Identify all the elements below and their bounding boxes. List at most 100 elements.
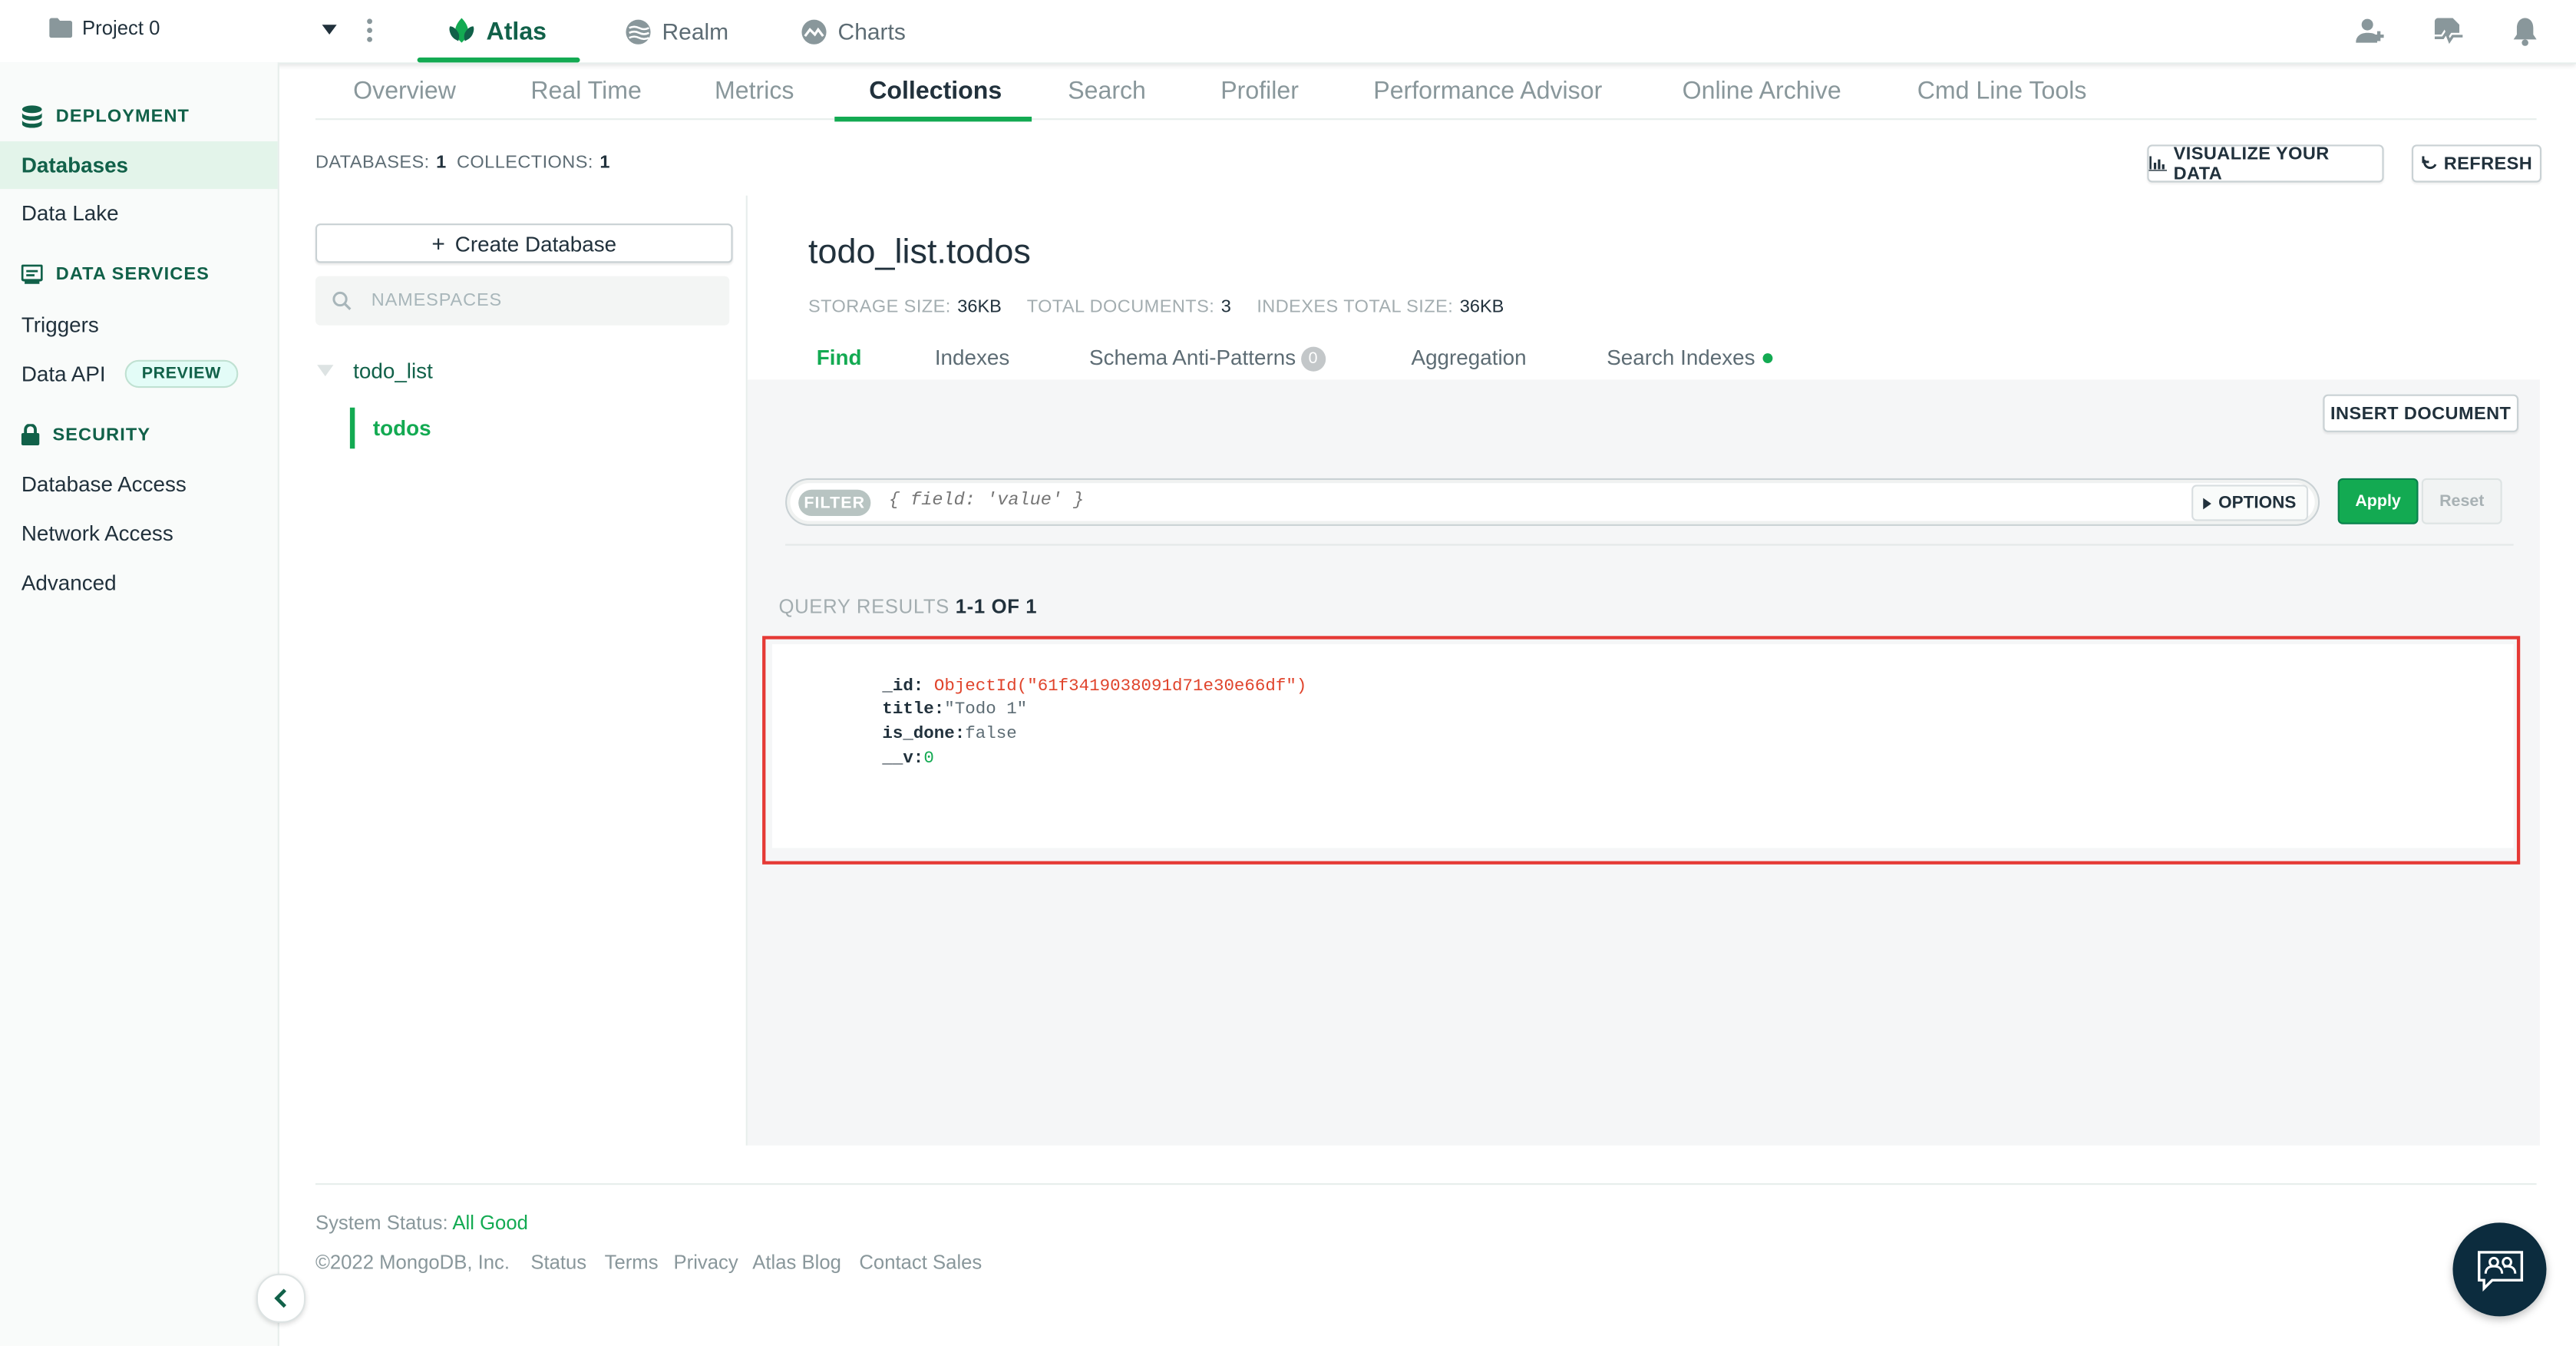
product-tab-atlas[interactable]: Atlas bbox=[417, 0, 579, 63]
footer-link-status[interactable]: Status bbox=[530, 1251, 586, 1274]
refresh-icon bbox=[2421, 155, 2437, 171]
tab-real-time[interactable]: Real Time bbox=[530, 78, 642, 121]
tab-profiler[interactable]: Profiler bbox=[1220, 78, 1299, 121]
sidebar-item-network-access[interactable]: Network Access bbox=[0, 509, 278, 557]
lock-icon bbox=[21, 424, 40, 446]
filter-label-pill: FILTER bbox=[798, 489, 871, 517]
collections-count: COLLECTIONS: 1 bbox=[457, 153, 610, 173]
atlas-leaf-icon bbox=[447, 16, 477, 46]
folder-icon bbox=[49, 18, 73, 38]
search-indexes-label: Search Indexes bbox=[1607, 345, 1755, 370]
atlas-label: Atlas bbox=[486, 17, 547, 45]
product-tab-charts[interactable]: Charts bbox=[800, 0, 906, 62]
system-status: System Status: All Good bbox=[315, 1211, 528, 1234]
highlight-annotation-box bbox=[762, 636, 2521, 865]
preview-badge: PREVIEW bbox=[125, 359, 238, 389]
search-icon bbox=[332, 291, 352, 311]
active-tab-indicator bbox=[834, 116, 1032, 122]
query-results-summary: QUERY RESULTS 1-1 OF 1 bbox=[779, 595, 1038, 618]
insert-document-label: INSERT DOCUMENT bbox=[2330, 403, 2512, 424]
deployment-section-header: DEPLOYMENT bbox=[21, 105, 190, 128]
chat-support-button[interactable] bbox=[2452, 1222, 2547, 1317]
project-name: Project 0 bbox=[82, 16, 160, 40]
sidebar-item-advanced[interactable]: Advanced bbox=[0, 559, 278, 607]
tab-metrics[interactable]: Metrics bbox=[715, 78, 794, 121]
chevron-left-icon bbox=[274, 1288, 287, 1308]
sidebar-item-database-access[interactable]: Database Access bbox=[0, 460, 278, 508]
tab-overview[interactable]: Overview bbox=[353, 78, 456, 121]
storage-size-value: 36KB bbox=[957, 297, 1002, 318]
tab-collections[interactable]: Collections bbox=[869, 78, 1002, 121]
schema-count-badge: 0 bbox=[1300, 346, 1326, 372]
databases-count-value: 1 bbox=[436, 153, 447, 173]
total-documents-label: TOTAL DOCUMENTS: bbox=[1026, 297, 1215, 318]
charts-icon bbox=[800, 17, 827, 45]
tab-indexes[interactable]: Indexes bbox=[935, 345, 1009, 369]
status-dot-icon bbox=[1763, 352, 1774, 362]
indexes-total-size-value: 36KB bbox=[1459, 297, 1504, 318]
tab-schema-anti-patterns[interactable]: Schema Anti-Patterns 0 bbox=[1089, 345, 1326, 372]
collapse-sidebar-button[interactable] bbox=[256, 1273, 306, 1323]
tab-online-archive[interactable]: Online Archive bbox=[1683, 78, 1841, 121]
create-database-button[interactable]: + Create Database bbox=[315, 223, 733, 263]
collection-active-indicator bbox=[349, 407, 355, 449]
collections-count-value: 1 bbox=[599, 153, 610, 173]
footer-link-contact-sales[interactable]: Contact Sales bbox=[859, 1251, 982, 1274]
sidebar-item-label: Data Lake bbox=[21, 200, 119, 226]
bar-chart-icon bbox=[2148, 156, 2168, 171]
activity-feed-icon[interactable] bbox=[2433, 16, 2465, 46]
namespaces-search[interactable]: NAMESPACES bbox=[315, 276, 730, 326]
reset-button[interactable]: Reset bbox=[2421, 478, 2502, 524]
security-header-label: SECURITY bbox=[52, 425, 151, 445]
add-user-icon[interactable] bbox=[2356, 16, 2386, 46]
filter-query-input[interactable] bbox=[888, 486, 2039, 517]
footer-link-terms[interactable]: Terms bbox=[605, 1251, 659, 1274]
realm-label: Realm bbox=[662, 18, 729, 45]
sidebar-item-label: Databases bbox=[21, 153, 129, 178]
bell-icon[interactable] bbox=[2512, 16, 2538, 46]
filter-divider bbox=[785, 544, 2514, 546]
databases-count: DATABASES: 1 bbox=[315, 153, 446, 173]
more-vert-icon[interactable] bbox=[366, 18, 373, 43]
tab-search[interactable]: Search bbox=[1068, 78, 1146, 121]
tab-search-indexes[interactable]: Search Indexes bbox=[1607, 345, 1774, 370]
subnav-divider bbox=[315, 118, 2537, 121]
collection-title: todo_list.todos bbox=[808, 233, 1031, 272]
caret-down-icon[interactable] bbox=[322, 25, 337, 35]
database-stack-icon bbox=[21, 105, 43, 128]
footer-link-atlas-blog[interactable]: Atlas Blog bbox=[752, 1251, 841, 1274]
system-status-label: System Status: bbox=[315, 1211, 448, 1235]
query-results-range: 1-1 OF 1 bbox=[955, 594, 1038, 618]
tab-cmd-line-tools[interactable]: Cmd Line Tools bbox=[1917, 78, 2087, 121]
sidebar-item-triggers[interactable]: Triggers bbox=[0, 301, 278, 349]
tab-aggregation[interactable]: Aggregation bbox=[1412, 345, 1527, 369]
insert-document-button[interactable]: INSERT DOCUMENT bbox=[2323, 394, 2519, 432]
sidebar-item-databases[interactable]: Databases bbox=[0, 141, 278, 190]
system-status-link[interactable]: All Good bbox=[452, 1211, 528, 1234]
expand-triangle-icon[interactable] bbox=[317, 365, 334, 377]
apply-button[interactable]: Apply bbox=[2337, 478, 2419, 524]
footer-link-privacy[interactable]: Privacy bbox=[674, 1251, 738, 1274]
refresh-button[interactable]: REFRESH bbox=[2411, 144, 2542, 183]
refresh-label: REFRESH bbox=[2443, 154, 2533, 174]
top-bar: Project 0 Atlas Realm Charts bbox=[0, 0, 2576, 64]
visualize-data-button[interactable]: VISUALIZE YOUR DATA bbox=[2147, 144, 2384, 184]
options-button[interactable]: OPTIONS bbox=[2191, 484, 2309, 521]
collection-item-todos[interactable]: todos bbox=[373, 415, 431, 440]
databases-count-label: DATABASES: bbox=[315, 153, 430, 173]
sidebar-item-data-api[interactable]: Data API PREVIEW bbox=[0, 350, 278, 398]
namespaces-placeholder: NAMESPACES bbox=[371, 290, 503, 311]
charts-label: Charts bbox=[837, 18, 906, 45]
product-tab-realm[interactable]: Realm bbox=[624, 0, 728, 62]
sidebar-item-data-lake[interactable]: Data Lake bbox=[0, 189, 278, 236]
project-selector[interactable]: Project 0 bbox=[49, 16, 160, 39]
database-item-todo-list[interactable]: todo_list bbox=[353, 359, 433, 383]
tab-performance-advisor[interactable]: Performance Advisor bbox=[1373, 78, 1602, 121]
deployment-header-label: DEPLOYMENT bbox=[55, 107, 190, 127]
indexes-total-size-label: INDEXES TOTAL SIZE: bbox=[1257, 297, 1454, 318]
security-section-header: SECURITY bbox=[21, 424, 151, 446]
sidebar-item-label: Triggers bbox=[21, 312, 99, 337]
tab-find[interactable]: Find bbox=[817, 345, 862, 369]
sidebar-item-label: Advanced bbox=[21, 570, 117, 595]
indexes-total-size: INDEXES TOTAL SIZE: 36KB bbox=[1257, 297, 1504, 317]
